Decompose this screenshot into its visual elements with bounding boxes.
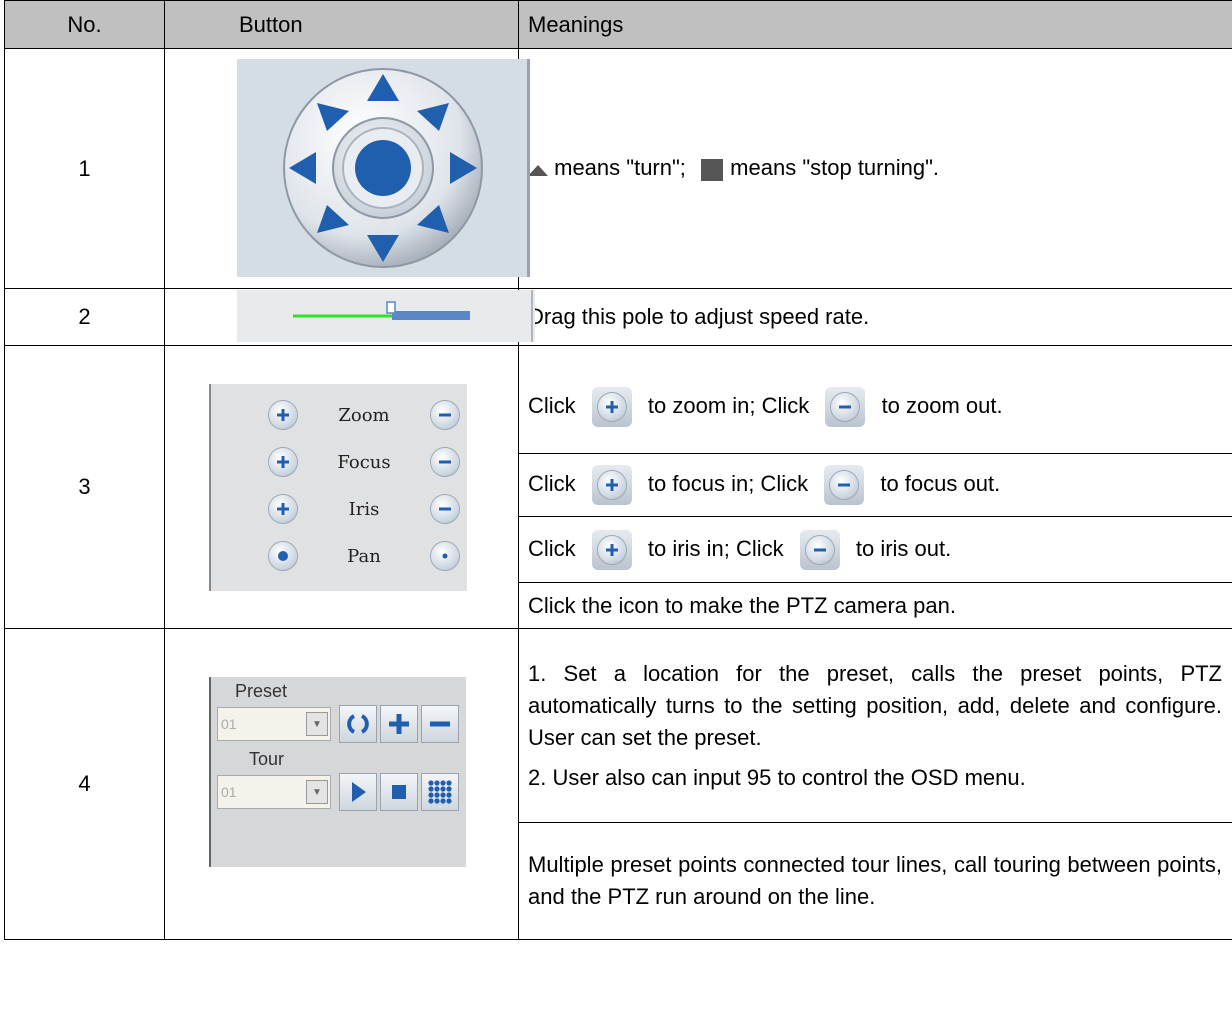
turn-arrow-icon xyxy=(528,164,548,176)
focus-in-text: to focus in; Click xyxy=(647,470,809,496)
iris-label: Iris xyxy=(348,498,380,520)
tour-grid-button[interactable] xyxy=(421,773,459,811)
header-no: No. xyxy=(4,0,165,49)
chevron-down-icon[interactable]: ▼ xyxy=(306,712,328,736)
click-text: Click xyxy=(528,535,576,561)
play-tour-button[interactable] xyxy=(339,773,377,811)
meaning-stop-text: means "stop turning". xyxy=(730,155,940,181)
osd-meaning-text: 2. User also can input 95 to control the… xyxy=(528,764,1026,790)
row-number: 2 xyxy=(4,288,165,346)
focus-in-button[interactable] xyxy=(269,448,297,476)
plus-icon xyxy=(591,529,632,570)
speed-slider[interactable] xyxy=(237,290,535,342)
meaning-cell: Multiple preset points connected tour li… xyxy=(518,822,1232,940)
plus-icon xyxy=(591,386,632,427)
pan-label: Pan xyxy=(347,545,381,567)
header-button: Button xyxy=(164,0,519,49)
iris-out-text: to iris out. xyxy=(855,535,952,561)
button-cell xyxy=(164,48,530,289)
click-text: Click xyxy=(528,392,576,418)
delete-preset-button[interactable] xyxy=(421,705,459,743)
header-meanings: Meanings xyxy=(518,0,1232,49)
chevron-down-icon[interactable]: ▼ xyxy=(306,780,328,804)
table-row: 4 Preset 01 ▼ Tour 01 ▼ 1. Set a location … xyxy=(4,628,1232,940)
meaning-turn-text: means "turn"; xyxy=(554,155,686,181)
focus-out-text: to focus out. xyxy=(880,470,1001,496)
minus-icon xyxy=(799,529,840,570)
zoom-row: Zoom xyxy=(269,397,459,433)
button-cell: Zoom Focus Iris Pan xyxy=(164,345,519,629)
stop-tour-button[interactable] xyxy=(380,773,418,811)
zoom-in-text: to zoom in; Click xyxy=(647,392,810,418)
iris-row: Iris xyxy=(269,491,459,527)
minus-icon xyxy=(824,465,865,505)
minus-icon xyxy=(825,386,866,427)
row-number: 3 xyxy=(4,345,165,629)
preset-tour-panel: Preset 01 ▼ Tour 01 ▼ xyxy=(209,677,466,867)
zoom-out-button[interactable] xyxy=(431,401,459,429)
direction-pad-icon[interactable] xyxy=(237,59,530,277)
tour-label: Tour xyxy=(249,749,285,769)
preset-label: Preset xyxy=(235,681,288,701)
pan-row: Pan xyxy=(269,538,459,574)
meaning-cell: means "turn"; means "stop turning". xyxy=(518,48,1232,289)
focus-out-button[interactable] xyxy=(430,448,459,476)
meaning-cell: Click to zoom in; Click to zoom out. xyxy=(518,345,1232,454)
pan-button[interactable] xyxy=(269,542,297,570)
stop-square-icon xyxy=(701,158,724,181)
row-number: 1 xyxy=(4,48,165,289)
preset-meaning-text: 1. Set a location for the preset, calls … xyxy=(528,660,1222,750)
button-cell: Preset 01 ▼ Tour 01 ▼ xyxy=(164,628,519,940)
zoom-in-button[interactable] xyxy=(269,401,297,429)
table-row: 2 Drag this pole to adjust speed rate. xyxy=(4,288,1232,346)
pan-stop-button[interactable] xyxy=(430,542,459,570)
meaning-cell: Click to focus in; Click to focus out. xyxy=(518,453,1232,517)
preset-value: 01 xyxy=(221,716,237,732)
meaning-cell: Click the icon to make the PTZ camera pa… xyxy=(518,582,1232,629)
table-row: 1 means "turn"; means "stop turning". xyxy=(4,48,1232,289)
zoom-label: Zoom xyxy=(338,404,390,426)
meaning-cell: Click to iris in; Click to iris out. xyxy=(518,516,1232,583)
button-meanings-table: No. Button Meanings 1 means "turn"; mean… xyxy=(4,0,1232,940)
row-number: 4 xyxy=(4,628,165,940)
meaning-cell: 1. Set a location for the preset, calls … xyxy=(518,628,1232,823)
add-preset-button[interactable] xyxy=(380,705,418,743)
plus-icon xyxy=(591,465,632,505)
focus-label: Focus xyxy=(337,451,391,473)
meaning-cell: Drag this pole to adjust speed rate. xyxy=(518,288,1232,346)
click-text: Click xyxy=(528,470,576,496)
tour-value: 01 xyxy=(221,784,237,800)
table-row: 3 Zoom Focus Iris Pan Click to zoom in; … xyxy=(4,345,1232,629)
table-header-row: No. Button Meanings xyxy=(4,0,1232,49)
iris-out-button[interactable] xyxy=(431,495,459,523)
focus-row: Focus xyxy=(269,444,459,480)
call-preset-button[interactable] xyxy=(339,705,377,743)
iris-in-text: to iris in; Click xyxy=(647,535,784,561)
tour-select[interactable]: 01 ▼ xyxy=(217,775,331,809)
iris-in-button[interactable] xyxy=(269,495,297,523)
ptz-control-panel: Zoom Focus Iris Pan xyxy=(209,384,467,591)
button-cell xyxy=(164,288,535,346)
zoom-out-text: to zoom out. xyxy=(881,392,1003,418)
preset-select[interactable]: 01 ▼ xyxy=(217,707,331,741)
